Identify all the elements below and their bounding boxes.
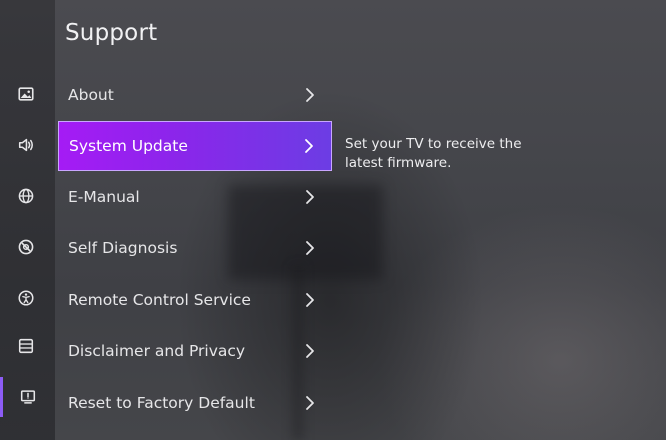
- rail-item-list[interactable]: [0, 326, 52, 366]
- rail-item-sound[interactable]: [0, 125, 52, 165]
- network-icon: [18, 188, 34, 204]
- menu-item-about[interactable]: About: [58, 70, 332, 120]
- menu-item-disclaimer-and-privacy[interactable]: Disclaimer and Privacy: [58, 326, 332, 376]
- support-icon: [20, 390, 35, 404]
- chevron-right-icon: [306, 293, 314, 307]
- rail-item-support[interactable]: [0, 377, 52, 417]
- menu-item-label: Remote Control Service: [68, 291, 251, 309]
- general-icon: [18, 239, 34, 255]
- chevron-right-icon: [306, 241, 314, 255]
- chevron-right-icon: [306, 396, 314, 410]
- settings-category-rail: [0, 0, 55, 440]
- menu-item-e-manual[interactable]: E-Manual: [58, 172, 332, 222]
- menu-item-label: E-Manual: [68, 188, 140, 206]
- list-icon: [18, 338, 34, 354]
- menu-item-system-update[interactable]: System Update: [58, 121, 332, 171]
- chevron-right-icon: [306, 344, 314, 358]
- chevron-right-icon: [306, 88, 314, 102]
- menu-item-self-diagnosis[interactable]: Self Diagnosis: [58, 223, 332, 273]
- menu-item-reset-to-factory-default[interactable]: Reset to Factory Default: [58, 378, 332, 428]
- chevron-right-icon: [306, 190, 314, 204]
- rail-item-picture[interactable]: [0, 74, 52, 114]
- accessibility-icon: [18, 290, 34, 306]
- menu-item-label: System Update: [69, 137, 188, 155]
- chevron-right-icon: [305, 139, 313, 153]
- sound-icon: [18, 138, 33, 152]
- menu-item-label: About: [68, 86, 114, 104]
- menu-item-label: Reset to Factory Default: [68, 394, 255, 412]
- menu-item-label: Self Diagnosis: [68, 239, 178, 257]
- menu-item-label: Disclaimer and Privacy: [68, 342, 246, 360]
- rail-item-network[interactable]: [0, 176, 52, 216]
- rail-item-general[interactable]: [0, 227, 52, 267]
- page-title: Support: [65, 20, 158, 46]
- rail-item-accessibility[interactable]: [0, 278, 52, 318]
- picture-icon: [18, 87, 34, 101]
- menu-item-remote-control-service[interactable]: Remote Control Service: [58, 275, 332, 325]
- item-description: Set your TV to receive the latest firmwa…: [345, 136, 522, 171]
